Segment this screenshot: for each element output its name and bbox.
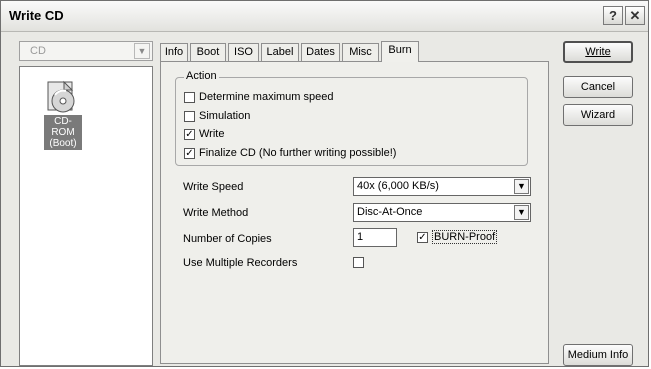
write-speed-select[interactable]: 40x (6,000 KB/s) ▼	[353, 177, 531, 196]
window-title: Write CD	[9, 8, 64, 23]
write-button[interactable]: Write	[563, 41, 633, 63]
device-label-line2: (Boot)	[49, 138, 77, 149]
write-button-label: Write	[585, 46, 611, 58]
simulation-checkbox[interactable]: Simulation	[184, 110, 250, 124]
copies-label: Number of Copies	[183, 233, 272, 245]
write-checkbox[interactable]: ✓ Write	[184, 128, 224, 142]
help-button[interactable]: ?	[603, 6, 623, 25]
checkbox-box[interactable]	[353, 256, 364, 268]
checkbox-box[interactable]	[184, 91, 195, 103]
tab-burn[interactable]: Burn	[381, 41, 419, 62]
copies-input[interactable]: 1	[353, 228, 397, 247]
multiple-recorders-label: Use Multiple Recorders	[183, 257, 298, 269]
tab-dates[interactable]: Dates	[301, 43, 340, 61]
checkbox-label: BURN-Proof	[432, 230, 498, 244]
finalize-cd-checkbox[interactable]: ✓ Finalize CD (No further writing possibl…	[184, 147, 396, 161]
write-speed-label: Write Speed	[183, 181, 244, 193]
checkbox-label: Write	[199, 128, 225, 140]
device-pane: CD ▼ CD-ROM (Boot)	[19, 41, 155, 366]
tab-misc[interactable]: Misc	[342, 43, 379, 61]
title-bar: Write CD ? ✕	[1, 1, 648, 32]
cancel-button[interactable]: Cancel	[563, 76, 633, 98]
checkmark-icon[interactable]: ✓	[184, 147, 195, 159]
checkbox-label: Determine maximum speed	[199, 91, 334, 103]
burn-proof-checkbox[interactable]: ✓ BURN-Proof	[417, 230, 498, 245]
write-method-value: Disc-At-Once	[357, 206, 423, 218]
medium-info-button[interactable]: Medium Info	[563, 344, 633, 366]
write-speed-value: 40x (6,000 KB/s)	[357, 180, 439, 192]
action-group-title: Action	[184, 70, 219, 82]
determine-speed-checkbox[interactable]: Determine maximum speed	[184, 91, 334, 105]
checkbox-label: Finalize CD (No further writing possible…	[199, 147, 397, 159]
close-button[interactable]: ✕	[625, 6, 645, 25]
write-method-select[interactable]: Disc-At-Once ▼	[353, 203, 531, 222]
burn-panel: Action Determine maximum speed Simulatio…	[160, 61, 549, 364]
device-label-line1: CD-ROM	[51, 116, 75, 138]
checkbox-label: Simulation	[199, 110, 251, 122]
device-label[interactable]: CD-ROM (Boot)	[44, 115, 82, 150]
tab-iso[interactable]: ISO	[228, 43, 259, 61]
tab-label[interactable]: Label	[261, 43, 299, 61]
drive-select-value: CD	[30, 45, 46, 57]
wizard-button[interactable]: Wizard	[563, 104, 633, 126]
chevron-down-icon[interactable]: ▼	[514, 179, 529, 194]
device-list[interactable]: CD-ROM (Boot)	[19, 66, 153, 366]
checkbox-box[interactable]	[184, 110, 195, 122]
cd-rom-icon[interactable]	[44, 79, 82, 115]
tab-info[interactable]: Info	[160, 43, 188, 61]
checkmark-icon[interactable]: ✓	[417, 231, 428, 243]
write-method-label: Write Method	[183, 207, 249, 219]
drive-select[interactable]: CD ▼	[19, 41, 153, 61]
write-cd-dialog: Write CD ? ✕ CD ▼ CD-ROM (Boot) Info Boo…	[0, 0, 649, 367]
checkmark-icon[interactable]: ✓	[184, 128, 195, 140]
multiple-recorders-checkbox[interactable]	[353, 256, 368, 270]
action-group: Action Determine maximum speed Simulatio…	[175, 70, 528, 166]
tab-boot[interactable]: Boot	[190, 43, 226, 61]
chevron-down-icon[interactable]: ▼	[514, 205, 529, 220]
chevron-down-icon[interactable]: ▼	[134, 43, 150, 59]
